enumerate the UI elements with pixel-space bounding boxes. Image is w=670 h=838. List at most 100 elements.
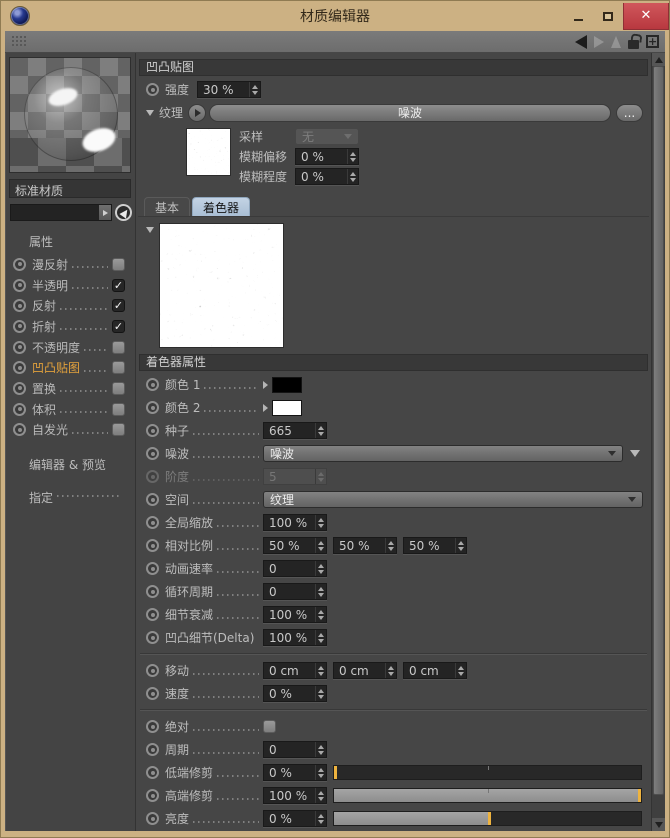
anim-dot-icon[interactable] [13,299,26,312]
minimize-button[interactable] [563,5,593,27]
animation-speed-field[interactable]: 0 [263,560,327,577]
channel-item[interactable]: 凹凸贴图 [5,357,135,378]
maximize-button[interactable] [593,5,623,27]
anim-dot-icon[interactable] [146,687,159,700]
anim-dot-icon[interactable] [146,424,159,437]
high-clip-slider[interactable] [333,788,642,803]
brightness-field[interactable]: 0 % [263,810,327,827]
space-dropdown[interactable]: 纹理 [263,491,643,508]
anim-dot-icon[interactable] [146,378,159,391]
channel-checkbox[interactable] [112,423,125,436]
channel-checkbox[interactable] [112,361,125,374]
global-scale-field[interactable]: 100 % [263,514,327,531]
anim-dot-icon[interactable] [146,83,159,96]
stepper-icon[interactable] [385,663,396,678]
brightness-slider[interactable] [333,811,642,826]
anim-dot-icon[interactable] [13,403,26,416]
stepper-icon[interactable] [315,811,326,826]
collapse-caret-icon[interactable] [146,110,154,116]
channel-item[interactable]: 折射 ✓ [5,316,135,337]
texture-browse-button[interactable]: ... [616,104,643,122]
stepper-icon[interactable] [315,584,326,599]
stepper-icon[interactable] [315,423,326,438]
noise-type-dropdown[interactable]: 噪波 [263,445,623,462]
anim-dot-icon[interactable] [146,812,159,825]
channel-checkbox[interactable] [112,258,125,271]
stepper-icon[interactable] [315,686,326,701]
tab-basic[interactable]: 基本 [144,197,190,216]
anim-dot-icon[interactable] [146,516,159,529]
channel-item[interactable]: 漫反射 [5,254,135,275]
scrollbar-thumb[interactable] [653,66,664,795]
anim-dot-icon[interactable] [146,493,159,506]
anim-dot-icon[interactable] [146,539,159,552]
anim-dot-icon[interactable] [146,664,159,677]
stepper-icon[interactable] [455,663,466,678]
stepper-icon[interactable] [315,561,326,576]
forward-arrow-icon[interactable] [594,36,604,48]
stepper-icon[interactable] [315,515,326,530]
stepper-icon[interactable] [315,630,326,645]
blur-scale-field[interactable]: 0 % [295,168,359,185]
texture-shader-button[interactable]: 噪波 [209,104,611,122]
expand-right-icon[interactable] [263,381,268,389]
anim-dot-icon[interactable] [13,258,26,271]
stepper-icon[interactable] [315,742,326,757]
stepper-icon[interactable] [347,149,358,164]
slider-handle[interactable] [488,812,491,825]
relative-scale-z-field[interactable]: 50 % [403,537,467,554]
anim-dot-icon[interactable] [146,608,159,621]
absolute-checkbox[interactable] [263,720,276,733]
stepper-icon[interactable] [455,538,466,553]
channel-checkbox[interactable] [112,341,125,354]
scrollbar-track[interactable] [652,66,665,818]
move-x-field[interactable]: 0 cm [263,662,327,679]
cycle-field[interactable]: 0 [263,741,327,758]
stepper-icon[interactable] [249,82,260,97]
high-clip-field[interactable]: 100 % [263,787,327,804]
channel-item[interactable]: 自发光 [5,420,135,441]
editor-preview-section[interactable]: 编辑器 & 预览 [29,456,135,473]
detail-attenuation-field[interactable]: 100 % [263,606,327,623]
anim-dot-icon[interactable] [146,562,159,575]
drag-grip-icon[interactable] [11,35,27,48]
anim-dot-icon[interactable] [13,341,26,354]
expand-right-icon[interactable] [99,205,111,220]
channel-checkbox[interactable]: ✓ [112,320,125,333]
move-y-field[interactable]: 0 cm [333,662,397,679]
pick-cursor-icon[interactable] [115,204,132,221]
expand-right-icon[interactable] [263,404,268,412]
texture-thumbnail[interactable] [186,128,231,176]
anim-dot-icon[interactable] [13,361,26,374]
channel-checkbox[interactable] [112,382,125,395]
stepper-icon[interactable] [385,538,396,553]
anim-dot-icon[interactable] [146,766,159,779]
new-window-icon[interactable]: + [646,35,659,48]
anim-dot-icon[interactable] [146,720,159,733]
anim-dot-icon[interactable] [13,382,26,395]
scroll-down-button[interactable] [652,818,665,831]
channel-item[interactable]: 体积 [5,399,135,420]
channel-checkbox[interactable]: ✓ [112,279,125,292]
anim-dot-icon[interactable] [146,789,159,802]
relative-scale-x-field[interactable]: 50 % [263,537,327,554]
anim-dot-icon[interactable] [13,279,26,292]
stepper-icon[interactable] [315,663,326,678]
slider-handle[interactable] [638,789,641,802]
back-arrow-icon[interactable] [575,35,587,49]
stepper-icon[interactable] [315,788,326,803]
material-preview[interactable] [9,57,131,173]
tab-shader[interactable]: 着色器 [192,197,250,216]
anim-dot-icon[interactable] [13,320,26,333]
channel-checkbox[interactable]: ✓ [112,299,125,312]
anim-dot-icon[interactable] [146,585,159,598]
slider-handle[interactable] [334,766,337,779]
move-z-field[interactable]: 0 cm [403,662,467,679]
close-button[interactable]: ✕ [623,3,669,30]
material-name-input[interactable] [11,206,99,219]
loop-period-field[interactable]: 0 [263,583,327,600]
color1-swatch[interactable] [272,377,302,393]
seed-field[interactable]: 665 [263,422,327,439]
strength-field[interactable]: 30 % [197,81,261,98]
stepper-icon[interactable] [347,169,358,184]
